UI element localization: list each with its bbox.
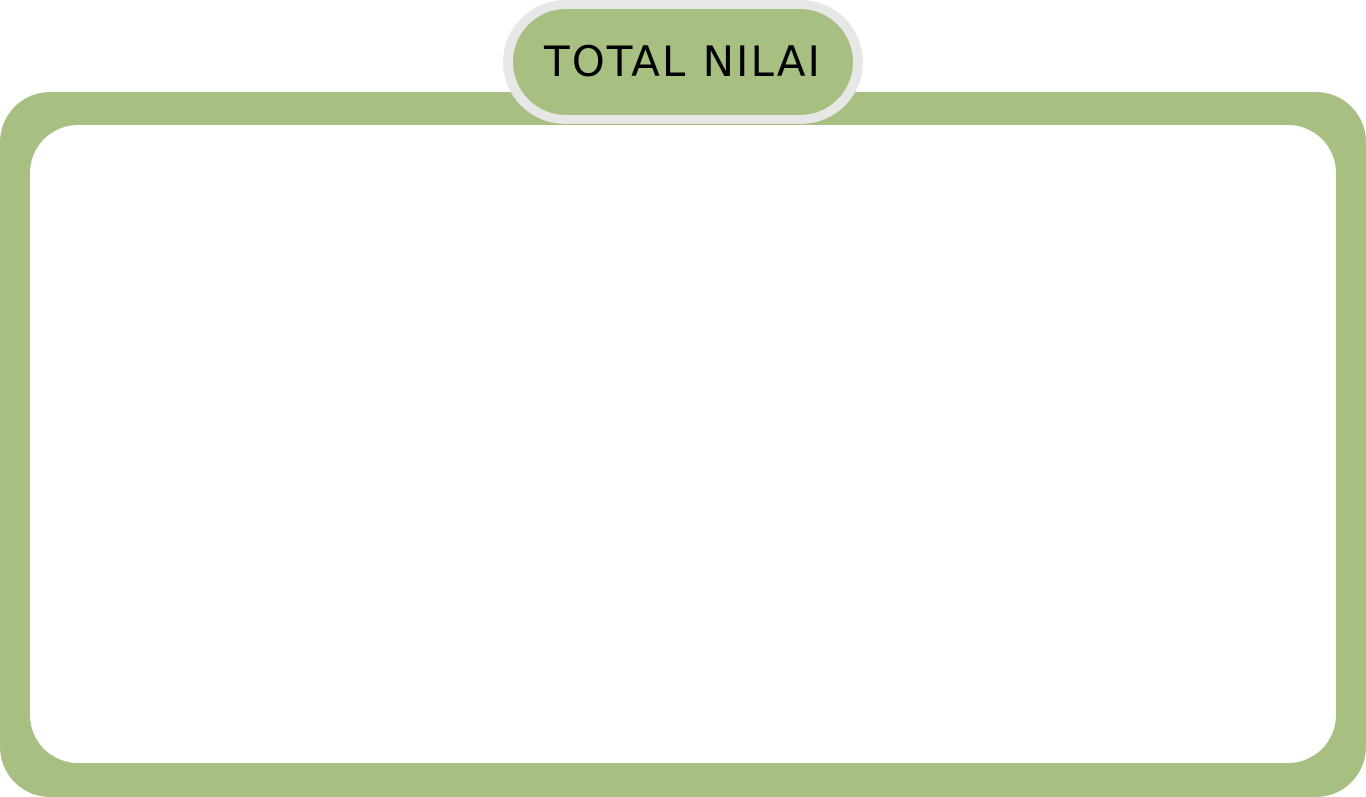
panel-content-area bbox=[30, 125, 1336, 763]
title-badge: TOTAL NILAI bbox=[503, 0, 863, 124]
title-badge-inner: TOTAL NILAI bbox=[513, 9, 853, 115]
total-nilai-panel: TOTAL NILAI bbox=[0, 0, 1366, 797]
panel-frame bbox=[0, 92, 1366, 797]
panel-title: TOTAL NILAI bbox=[544, 37, 822, 86]
